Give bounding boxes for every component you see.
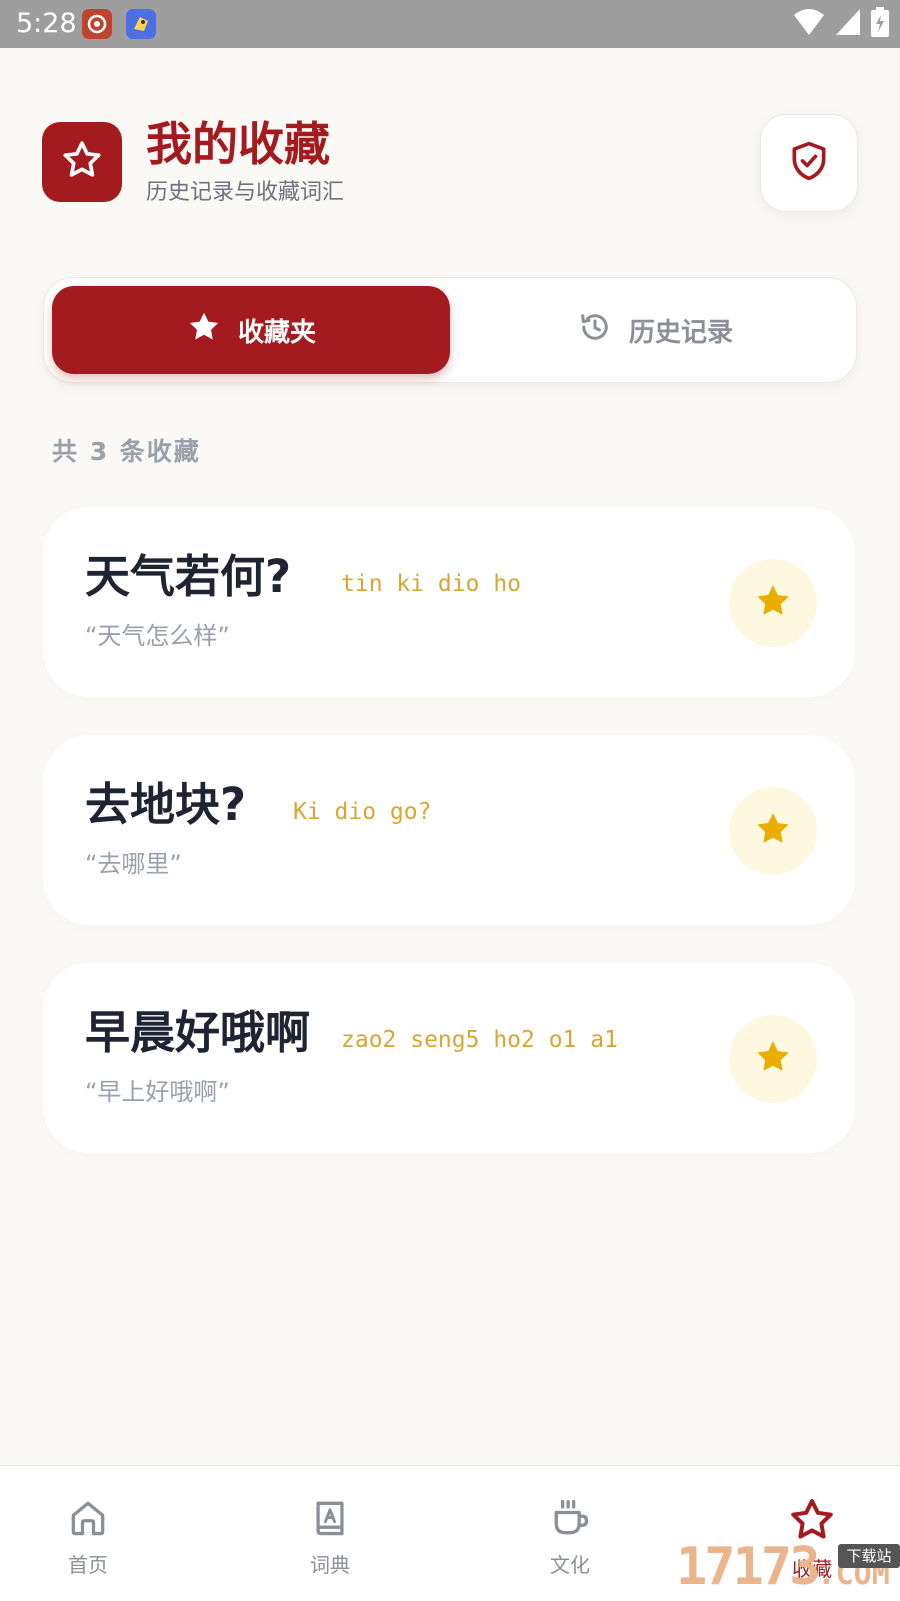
watermark-text: 17173: [676, 1537, 821, 1597]
favorite-toggle-button[interactable]: [729, 1015, 817, 1103]
tab-favorites-label: 收藏夹: [237, 317, 316, 348]
wifi-icon: [792, 7, 826, 41]
card-word: 天气若何?: [85, 550, 292, 603]
favorite-card[interactable]: 天气若何? tin ki dio ho “天气怎么样”: [43, 507, 855, 697]
page-title: 我的收藏: [146, 117, 330, 171]
favorite-toggle-button[interactable]: [729, 787, 817, 875]
nav-home-label: 首页: [68, 1553, 108, 1577]
star-filled-icon: [186, 309, 222, 352]
card-pronunciation: Ki dio go?: [293, 799, 432, 825]
home-icon: [66, 1496, 110, 1544]
card-meaning: “早上好哦啊”: [85, 1078, 230, 1106]
star-filled-icon: [753, 581, 793, 625]
tab-bar: 收藏夹 历史记录: [43, 277, 857, 383]
cup-icon: [548, 1496, 592, 1544]
nav-dictionary-label: 词典: [310, 1553, 350, 1577]
card-meaning: “去哪里”: [85, 850, 182, 878]
page-subtitle: 历史记录与收藏词汇: [146, 180, 345, 205]
privacy-shield-button[interactable]: [760, 114, 858, 212]
nav-home[interactable]: 首页: [28, 1496, 148, 1586]
star-filled-icon: [753, 1037, 793, 1081]
shield-check-icon: [787, 139, 831, 187]
card-pronunciation: zao2 seng5 ho2 o1 a1: [341, 1027, 618, 1053]
app-logo: [42, 122, 122, 202]
star-icon: [60, 138, 104, 186]
status-time: 5:28: [16, 8, 77, 39]
history-icon: [577, 309, 613, 352]
favorites-count: 共 3 条收藏: [52, 437, 201, 466]
tab-history[interactable]: 历史记录: [456, 286, 854, 374]
nav-culture-label: 文化: [550, 1553, 590, 1577]
nav-culture[interactable]: 文化: [510, 1496, 630, 1586]
favorite-card[interactable]: 去地块? Ki dio go? “去哪里”: [43, 735, 855, 925]
signal-icon: [834, 7, 862, 41]
star-filled-icon: [753, 809, 793, 853]
bird-app-icon: [126, 9, 156, 39]
status-bar: 5:28: [0, 0, 900, 48]
tab-favorites[interactable]: 收藏夹: [52, 286, 450, 374]
watermark-badge: 下载站: [838, 1544, 900, 1568]
favorite-card[interactable]: 早晨好哦啊 zao2 seng5 ho2 o1 a1 “早上好哦啊”: [43, 963, 855, 1153]
battery-charging-icon: [870, 6, 890, 42]
card-pronunciation: tin ki dio ho: [341, 571, 522, 597]
book-icon: [308, 1496, 352, 1544]
card-word: 去地块?: [85, 778, 247, 831]
favorite-toggle-button[interactable]: [729, 559, 817, 647]
nav-dictionary[interactable]: 词典: [270, 1496, 390, 1586]
card-meaning: “天气怎么样”: [85, 622, 230, 650]
tab-history-label: 历史记录: [628, 317, 733, 348]
card-word: 早晨好哦啊: [85, 1006, 311, 1059]
weibo-app-icon: [82, 9, 112, 39]
